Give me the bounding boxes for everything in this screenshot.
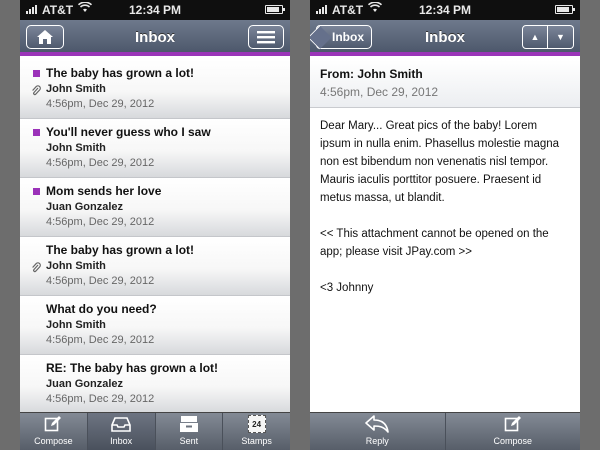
attachment-notice: << This attachment cannot be opened on t…: [320, 228, 549, 258]
navigation-bar: Inbox Inbox ▲ ▼: [310, 20, 580, 56]
tab-inbox[interactable]: Inbox: [87, 413, 156, 450]
message-subject: Mom sends her love: [46, 184, 162, 198]
reply-button-label: Reply: [365, 436, 389, 446]
attachment-icon: [31, 262, 41, 276]
previous-message-button[interactable]: ▲: [522, 25, 548, 49]
message-row[interactable]: The baby has grown a lot! John Smith 4:5…: [20, 237, 290, 296]
inbox-screen: AT&T 12:34 PM Inbox The baby has grown a…: [20, 0, 290, 450]
message-row[interactable]: What do you need? John Smith 4:56pm, Dec…: [20, 296, 290, 355]
message-header: From: John Smith 4:56pm, Dec 29, 2012: [310, 60, 580, 108]
battery-icon: [555, 5, 575, 14]
message-row[interactable]: The baby has grown a lot! John Smith 4:5…: [20, 60, 290, 119]
message-navigation: ▲ ▼: [522, 25, 574, 49]
message-sender: John Smith: [46, 83, 106, 95]
tab-stamps-label: Stamps: [241, 436, 272, 446]
message-sender: Juan Gonzalez: [46, 201, 124, 213]
tab-stamps[interactable]: 24 Stamps: [223, 413, 290, 450]
message-subject: What do you need?: [46, 302, 157, 316]
attachment-icon: [31, 85, 41, 99]
next-message-button[interactable]: ▼: [548, 25, 574, 49]
tab-compose[interactable]: Compose: [20, 413, 88, 450]
reply-button[interactable]: Reply: [310, 413, 446, 450]
status-time: 12:34 PM: [128, 3, 182, 17]
arrow-down-icon: ▼: [556, 32, 565, 42]
reply-icon: [365, 414, 390, 434]
tab-sent[interactable]: Sent: [156, 413, 224, 450]
menu-button[interactable]: [248, 25, 284, 49]
compose-button[interactable]: Compose: [446, 413, 581, 450]
message-body: Dear Mary... Great pics of the baby! Lor…: [310, 108, 580, 324]
message-subject: The baby has grown a lot!: [46, 243, 195, 257]
action-bar: Reply Compose: [310, 412, 580, 450]
compose-icon: [504, 414, 522, 434]
message-detail-screen: AT&T 12:34 PM Inbox Inbox ▲ ▼ From: John…: [310, 0, 580, 450]
sent-box-icon: [179, 414, 199, 434]
message-row[interactable]: RE: The baby has grown a lot! Juan Gonza…: [20, 355, 290, 412]
inbox-tray-icon: [111, 414, 131, 434]
message-date: 4:56pm, Dec 29, 2012: [46, 334, 155, 346]
message-signature: <3 Johnny: [320, 282, 374, 294]
menu-icon: [257, 31, 275, 44]
message-date: 4:56pm, Dec 29, 2012: [320, 85, 439, 99]
message-subject: The baby has grown a lot!: [46, 66, 195, 80]
message-sender: John Smith: [46, 142, 106, 154]
message-date: 4:56pm, Dec 29, 2012: [46, 98, 155, 110]
message-date: 4:56pm, Dec 29, 2012: [46, 393, 155, 405]
message-row[interactable]: You'll never guess who I saw John Smith …: [20, 119, 290, 178]
message-date: 4:56pm, Dec 29, 2012: [46, 216, 155, 228]
unread-indicator: [33, 188, 40, 195]
status-bar: AT&T 12:34 PM: [20, 0, 290, 20]
tab-bar: Compose Inbox Sent 24 Stamps: [20, 412, 290, 450]
message-list: The baby has grown a lot! John Smith 4:5…: [20, 60, 290, 412]
message-from: From: John Smith: [320, 67, 423, 81]
unread-indicator: [33, 129, 40, 136]
arrow-up-icon: ▲: [530, 32, 540, 42]
message-sender: John Smith: [46, 260, 106, 272]
battery-icon: [265, 5, 285, 14]
status-time: 12:34 PM: [418, 3, 472, 17]
message-date: 4:56pm, Dec 29, 2012: [46, 157, 155, 169]
compose-icon: [44, 414, 62, 434]
message-subject: RE: The baby has grown a lot!: [46, 361, 219, 375]
stamp-icon: 24: [247, 415, 266, 433]
message-body-paragraph: Dear Mary... Great pics of the baby! Lor…: [320, 120, 560, 204]
unread-indicator: [33, 70, 40, 77]
message-row[interactable]: Mom sends her love Juan Gonzalez 4:56pm,…: [20, 178, 290, 237]
message-sender: John Smith: [46, 319, 106, 331]
message-subject: You'll never guess who I saw: [46, 125, 211, 139]
message-sender: Juan Gonzalez: [46, 378, 124, 390]
status-bar: AT&T 12:34 PM: [310, 0, 580, 20]
tab-compose-label: Compose: [34, 436, 73, 446]
tab-sent-label: Sent: [179, 436, 199, 446]
tab-inbox-label: Inbox: [110, 436, 133, 446]
message-date: 4:56pm, Dec 29, 2012: [46, 275, 155, 287]
navigation-bar: Inbox: [20, 20, 290, 56]
compose-button-label: Compose: [493, 436, 533, 446]
